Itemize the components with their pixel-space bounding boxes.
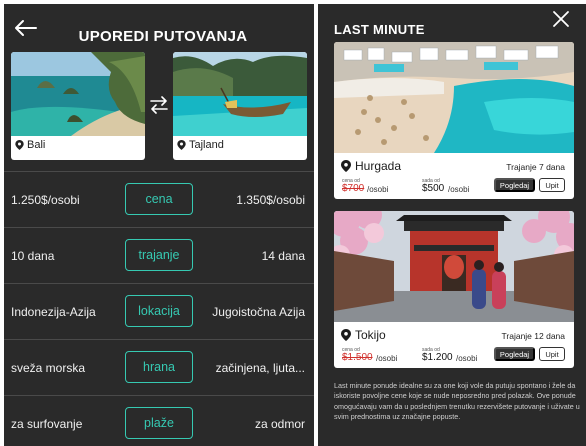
view-offer-button[interactable]: Pogledaj: [494, 178, 535, 192]
compare-row-beaches: za surfovanje plaže za odmor: [4, 395, 314, 446]
destination-a-photo: [11, 52, 145, 136]
close-icon[interactable]: [552, 10, 570, 28]
inquiry-button[interactable]: Upit: [539, 178, 565, 192]
compare-row-duration: 10 dana trajanje 14 dana: [4, 227, 314, 283]
compare-row-location: Indonezija-Azija lokacija Jugoistočna Az…: [4, 283, 314, 339]
offer-hurgada-photo: [334, 42, 574, 153]
location-pin-icon: [15, 140, 24, 150]
criterion-location-button[interactable]: lokacija: [125, 295, 193, 327]
criterion-food-button[interactable]: hrana: [125, 351, 193, 383]
inquiry-button[interactable]: Upit: [539, 347, 565, 361]
destination-b-photo: [173, 52, 307, 136]
destination-b-name: Tajland: [189, 139, 224, 151]
old-price-unit: /osobi: [367, 185, 389, 194]
last-minute-title: LAST MINUTE: [334, 22, 425, 37]
new-price: $1.200: [422, 352, 453, 363]
destination-b-caption: Tajland: [177, 139, 224, 151]
compare-row-food: sveža morska hrana začinjena, ljuta...: [4, 339, 314, 395]
criterion-duration-button[interactable]: trajanje: [125, 239, 193, 271]
offer-duration: Trajanje 12 dana: [501, 331, 565, 341]
destination-card-b[interactable]: Tajland: [173, 52, 307, 160]
offer-tokijo-photo: [334, 211, 574, 322]
view-offer-button[interactable]: Pogledaj: [494, 347, 535, 361]
offer-city-name: Tokijo: [355, 328, 386, 342]
offer-card-tokijo[interactable]: Tokijo Trajanje 12 dana cena od $1.500 /…: [334, 211, 574, 368]
old-price-unit: /osobi: [376, 354, 398, 363]
offer-city: Tokijo: [341, 328, 386, 342]
row-right-value: 14 dana: [261, 248, 305, 263]
row-left-value: 10 dana: [11, 248, 55, 263]
compare-header: UPOREDI PUTOVANJA: [4, 4, 314, 50]
row-left-value: sveža morska: [11, 360, 86, 375]
destination-a-name: Bali: [27, 139, 46, 151]
last-minute-description: Last minute ponude idealne su za one koj…: [334, 381, 580, 421]
last-minute-panel: LAST MINUTE Hurgada Trajanje 7 dana cena…: [318, 4, 586, 446]
row-left-value: za surfovanje: [11, 416, 83, 431]
offer-city-name: Hurgada: [355, 159, 402, 173]
offer-city: Hurgada: [341, 159, 401, 173]
location-pin-icon: [177, 140, 186, 150]
compare-title: UPOREDI PUTOVANJA: [78, 28, 248, 45]
new-price-unit: /osobi: [448, 185, 470, 194]
row-right-value: začinjena, ljuta...: [215, 360, 305, 375]
offer-card-hurgada[interactable]: Hurgada Trajanje 7 dana cena od $700 /os…: [334, 42, 574, 199]
new-price-unit: /osobi: [456, 354, 478, 363]
compare-panel: UPOREDI PUTOVANJA Bali Tajland 1.250$/os…: [4, 4, 314, 446]
row-right-value: 1.350$/osobi: [236, 192, 305, 207]
compare-row-price: 1.250$/osobi cena 1.350$/osobi: [4, 171, 314, 227]
offer-duration: Trajanje 7 dana: [506, 162, 565, 172]
old-price: $700: [342, 183, 365, 194]
row-right-value: Jugoistočna Azija: [212, 304, 305, 319]
swap-arrows-icon[interactable]: [149, 96, 169, 114]
new-price: $500: [422, 183, 445, 194]
row-left-value: 1.250$/osobi: [11, 192, 80, 207]
old-price: $1.500: [342, 352, 373, 363]
destination-card-a[interactable]: Bali: [11, 52, 145, 160]
location-pin-icon: [341, 160, 351, 172]
criterion-price-button[interactable]: cena: [125, 183, 193, 215]
location-pin-icon: [341, 329, 351, 341]
destination-a-caption: Bali: [15, 139, 45, 151]
row-left-value: Indonezija-Azija: [11, 304, 96, 319]
row-right-value: za odmor: [254, 416, 305, 431]
criterion-beaches-button[interactable]: plaže: [125, 407, 193, 439]
